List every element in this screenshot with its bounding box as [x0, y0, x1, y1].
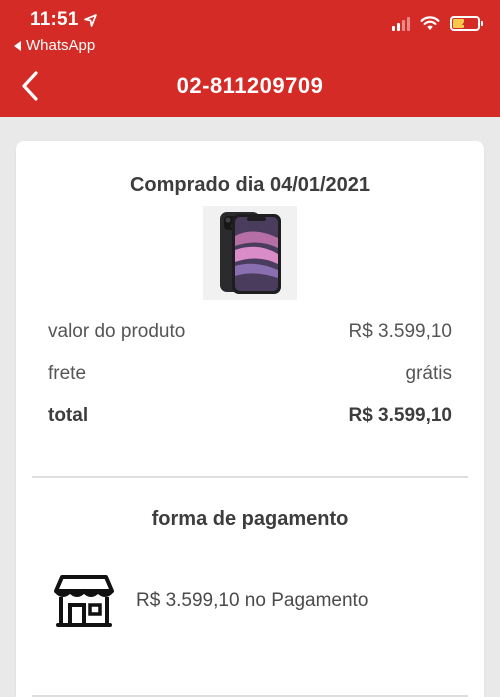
time-label: 11:51	[30, 9, 79, 30]
shipping-row: frete grátis	[48, 363, 452, 385]
app-header: 11:51 WhatsApp 02-811209709	[0, 0, 500, 117]
total-label: total	[48, 405, 89, 426]
back-triangle-icon	[14, 40, 21, 51]
back-app-label: WhatsApp	[26, 37, 96, 54]
product-image[interactable]	[203, 206, 297, 300]
shipping-value: grátis	[405, 363, 452, 384]
payment-amount-text: R$ 3.599,10 no Pagamento	[136, 590, 369, 611]
product-value-amount: R$ 3.599,10	[348, 321, 452, 342]
store-icon	[54, 575, 114, 627]
status-bar-time: 11:51	[30, 9, 97, 31]
payment-method-row: R$ 3.599,10 no Pagamento	[52, 573, 368, 629]
order-detail-card: Comprado dia 04/01/2021 valor do produto…	[16, 141, 484, 697]
purchase-date-heading: Comprado dia 04/01/2021	[129, 174, 371, 196]
cellular-signal-icon	[392, 16, 410, 31]
charging-bolt-icon	[462, 18, 468, 29]
page-title: 02-811209709	[176, 73, 324, 98]
back-to-app-link[interactable]: WhatsApp	[14, 37, 95, 54]
iphone-image	[203, 206, 297, 300]
total-row: total R$ 3.599,10	[48, 405, 452, 427]
total-amount: R$ 3.599,10	[348, 405, 452, 426]
section-divider	[32, 476, 468, 478]
battery-icon	[450, 16, 483, 31]
payment-method-heading: forma de pagamento	[151, 508, 349, 530]
wifi-icon	[420, 16, 440, 30]
product-value-row: valor do produto R$ 3.599,10	[48, 321, 452, 343]
location-arrow-icon	[83, 13, 97, 27]
product-value-label: valor do produto	[48, 321, 186, 342]
status-bar-indicators	[392, 16, 483, 31]
shipping-label: frete	[48, 363, 87, 384]
